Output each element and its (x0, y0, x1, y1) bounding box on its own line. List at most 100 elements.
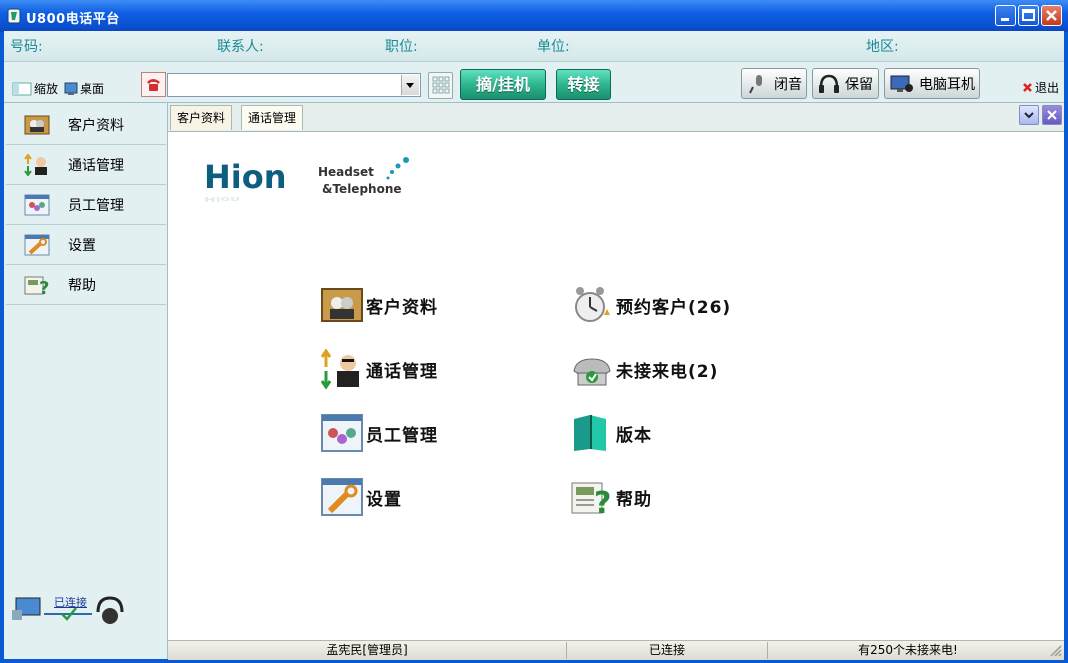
maximize-button[interactable] (1018, 5, 1039, 26)
mute-label: 闭音 (774, 76, 802, 93)
microphone-icon (749, 74, 762, 93)
sidebar-item-settings[interactable]: 设置 (6, 225, 166, 265)
customer-icon (321, 288, 363, 322)
region-label: 地区: (866, 39, 899, 55)
menu-missed-calls-label: 未接来电(2) (616, 361, 719, 382)
desktop-icon (64, 82, 78, 95)
svg-text:Hion: Hion (204, 158, 287, 196)
sidebar-item-label: 设置 (68, 237, 96, 254)
main-panel: Hion Headset &Telephone Hion 客户资料 预约客户(2… (168, 132, 1064, 640)
menu-staff[interactable]: 员工管理 (320, 413, 438, 453)
customer-icon (24, 115, 50, 134)
app-icon (7, 8, 21, 24)
telephone-icon (573, 358, 611, 386)
svg-text:Hion: Hion (204, 195, 240, 203)
call-manage-icon (320, 349, 359, 389)
menu-missed-calls[interactable]: 未接来电(2) (570, 349, 718, 389)
number-label: 号码: (10, 39, 43, 55)
minimize-icon (1001, 18, 1009, 21)
menu-call-manage[interactable]: 通话管理 (320, 349, 438, 389)
toolbar: 缩放 桌面 摘/挂机 转接 闭音 保留 电脑耳机 退出 (4, 62, 1064, 103)
alarm-clock-icon (575, 287, 610, 322)
client-area: 号码: 联系人: 职位: 单位: 地区: 缩放 桌面 摘/挂机 转接 闭音 保留… (4, 31, 1064, 660)
tab-call-manage[interactable]: 通话管理 (241, 105, 304, 130)
exit-icon (1023, 83, 1032, 92)
pc-headset-icon (890, 75, 913, 92)
sidebar: 客户资料 通话管理 员工管理 设置 ? 帮助 已连接 (4, 103, 168, 659)
dialpad-icon (432, 76, 450, 94)
menu-settings[interactable]: 设置 (320, 477, 402, 517)
sidebar-item-label: 客户资料 (68, 117, 124, 134)
sidebar-item-label: 员工管理 (68, 197, 124, 214)
sidebar-item-help[interactable]: ? 帮助 (6, 265, 166, 305)
settings-icon (321, 478, 363, 516)
book-icon (574, 415, 606, 451)
dialpad-button[interactable] (428, 72, 453, 99)
menu-staff-label: 员工管理 (366, 425, 438, 446)
call-manage-icon (24, 153, 47, 176)
hion-logo: Hion Headset &Telephone Hion (204, 157, 409, 203)
connection-label: 已连接 (54, 596, 87, 609)
sidebar-item-label: 通话管理 (68, 157, 124, 174)
tab-close-button[interactable] (1042, 105, 1062, 125)
exit-button[interactable]: 退出 (1022, 79, 1059, 96)
help-icon: ? (571, 482, 612, 517)
resize-grip-icon[interactable] (1049, 644, 1062, 657)
menu-version-label: 版本 (616, 425, 652, 446)
status-missed-calls: 有250个未接来电! (858, 643, 958, 657)
desktop-button[interactable]: 桌面 (64, 80, 104, 97)
menu-customer-label: 客户资料 (366, 297, 438, 318)
svg-text:Headset: Headset (318, 165, 374, 179)
connection-indicator: 已连接 (10, 590, 130, 630)
close-icon (1047, 110, 1057, 120)
menu-help-label: 帮助 (616, 489, 652, 510)
tab-customer[interactable]: 客户资料 (170, 105, 233, 130)
minimize-button[interactable] (995, 5, 1016, 26)
contact-label: 联系人: (217, 39, 264, 55)
staff-icon (321, 414, 363, 452)
chevron-down-icon (1024, 112, 1034, 119)
status-connection: 已连接 (567, 642, 768, 659)
title-bar: U800电话平台 (0, 0, 1068, 32)
exit-label: 退出 (1035, 81, 1060, 95)
chevron-down-icon[interactable] (401, 75, 419, 95)
staff-icon (24, 194, 50, 215)
maximize-icon (1022, 9, 1035, 21)
tab-bar: 客户资料 通话管理 (168, 103, 1064, 132)
close-icon (1046, 10, 1057, 21)
status-bar: 孟宪民[管理员] 已连接 有250个未接来电! (168, 640, 1064, 660)
transfer-button[interactable]: 转接 (556, 69, 611, 100)
svg-text:?: ? (594, 486, 612, 517)
company-label: 单位: (537, 39, 570, 55)
shrink-icon (12, 82, 32, 95)
hold-label: 保留 (845, 76, 873, 93)
sidebar-item-staff[interactable]: 员工管理 (6, 185, 166, 225)
menu-version[interactable]: 版本 (570, 413, 652, 453)
pc-headset-label: 电脑耳机 (919, 76, 975, 93)
svg-text:?: ? (39, 278, 49, 296)
menu-customer[interactable]: 客户资料 (320, 285, 438, 325)
pc-headset-button[interactable]: 电脑耳机 (884, 68, 980, 99)
hold-button[interactable]: 保留 (812, 68, 879, 99)
desktop-label: 桌面 (80, 82, 105, 96)
position-label: 职位: (385, 39, 418, 55)
caller-info-bar: 号码: 联系人: 职位: 单位: 地区: (4, 31, 1064, 62)
app-window: U800电话平台 号码: 联系人: 职位: 单位: 地区: 缩放 桌面 摘/挂机… (0, 0, 1068, 663)
sidebar-item-call-manage[interactable]: 通话管理 (6, 145, 166, 185)
phone-icon[interactable] (141, 72, 166, 97)
settings-icon (24, 234, 50, 255)
mute-button[interactable]: 闭音 (741, 68, 807, 99)
menu-help[interactable]: ? 帮助 (570, 477, 652, 517)
shrink-button[interactable]: 缩放 (12, 80, 58, 97)
menu-appointment-label: 预约客户(26) (616, 297, 732, 318)
menu-settings-label: 设置 (366, 489, 402, 510)
headphones-icon (819, 74, 839, 93)
pickup-hangup-button[interactable]: 摘/挂机 (460, 69, 546, 100)
tab-list-button[interactable] (1019, 105, 1039, 125)
close-button[interactable] (1041, 5, 1062, 26)
menu-appointment[interactable]: 预约客户(26) (570, 285, 731, 325)
phone-number-combo[interactable] (167, 73, 421, 97)
sidebar-item-customer[interactable]: 客户资料 (6, 105, 166, 145)
window-title: U800电话平台 (26, 12, 120, 27)
shrink-label: 缩放 (34, 82, 59, 96)
